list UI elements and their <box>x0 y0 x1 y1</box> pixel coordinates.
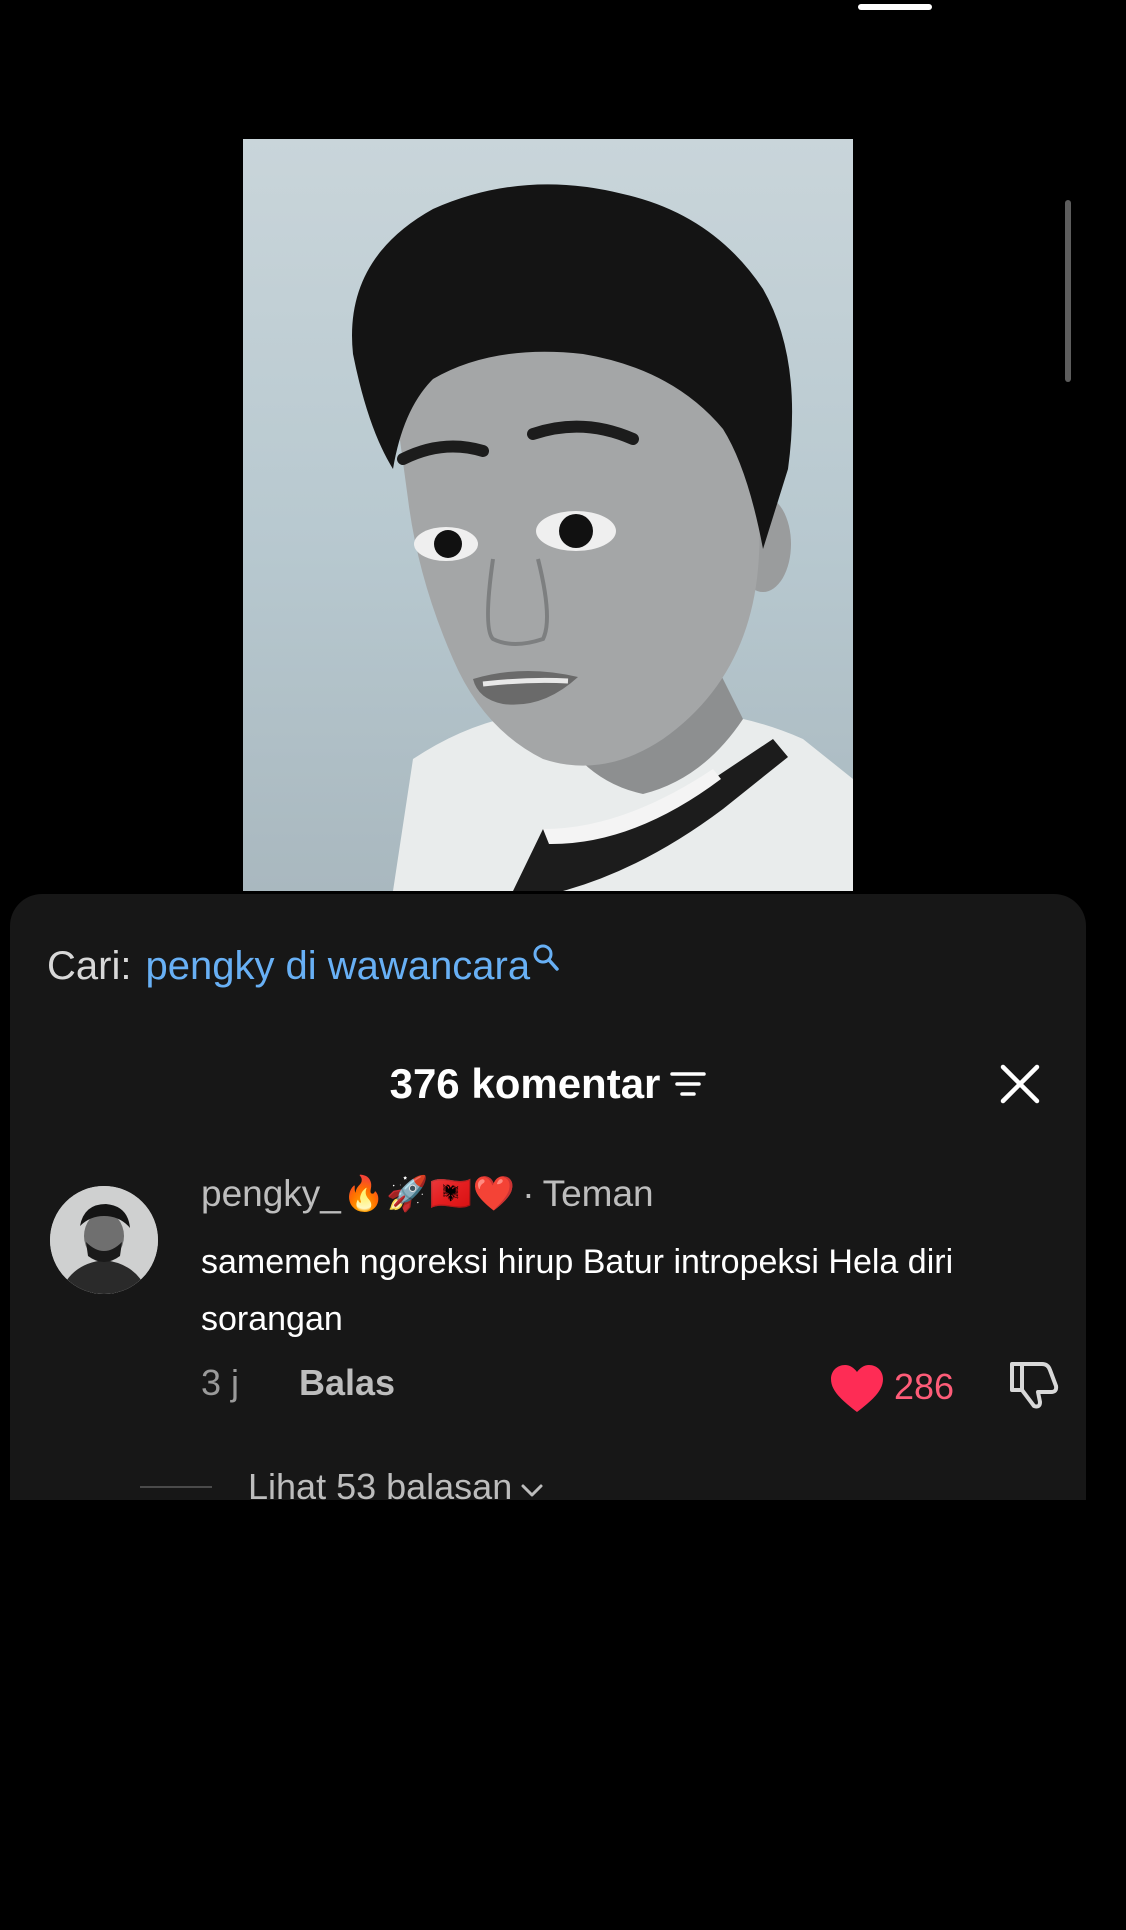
search-icon[interactable] <box>532 938 560 983</box>
comment-time: 3 j <box>201 1362 240 1403</box>
comments-panel: Cari: pengky di wawancara 376 komentar pe… <box>10 894 1086 1500</box>
search-suggestion[interactable]: Cari: pengky di wawancara <box>47 944 560 989</box>
comment-author[interactable]: pengky_ <box>201 1173 341 1215</box>
heart-icon[interactable] <box>830 1364 884 1414</box>
separator-dot: · <box>522 1173 535 1214</box>
like-count: 286 <box>894 1366 955 1407</box>
filter-icon[interactable] <box>670 1060 707 1108</box>
scroll-indicator[interactable] <box>1065 200 1071 382</box>
chevron-down-icon <box>520 1466 544 1500</box>
comments-header: 376 komentar <box>10 1060 1086 1108</box>
home-indicator <box>858 4 932 10</box>
relation-label: Teman <box>542 1173 654 1214</box>
close-icon[interactable] <box>998 1062 1042 1106</box>
view-replies-label: Lihat 53 balasan <box>248 1466 513 1500</box>
comment-author-row: pengky_ 🔥🚀🇦🇱❤️ · Teman <box>201 1173 654 1215</box>
avatar[interactable] <box>50 1186 158 1294</box>
view-replies-button[interactable]: Lihat 53 balasan <box>140 1466 544 1500</box>
author-badges: 🔥🚀🇦🇱❤️ <box>342 1175 517 1213</box>
comments-count-title: 376 komentar <box>389 1060 661 1107</box>
search-query-link[interactable]: pengky di wawancara <box>145 944 530 988</box>
video-frame[interactable] <box>243 139 853 891</box>
search-label: Cari: <box>47 944 132 988</box>
replies-divider <box>140 1486 212 1488</box>
comment-text[interactable]: samemeh ngoreksi hirup Batur intropeksi … <box>201 1234 1061 1348</box>
thumbs-down-icon[interactable] <box>1008 1358 1060 1410</box>
reply-button[interactable]: Balas <box>299 1362 395 1404</box>
